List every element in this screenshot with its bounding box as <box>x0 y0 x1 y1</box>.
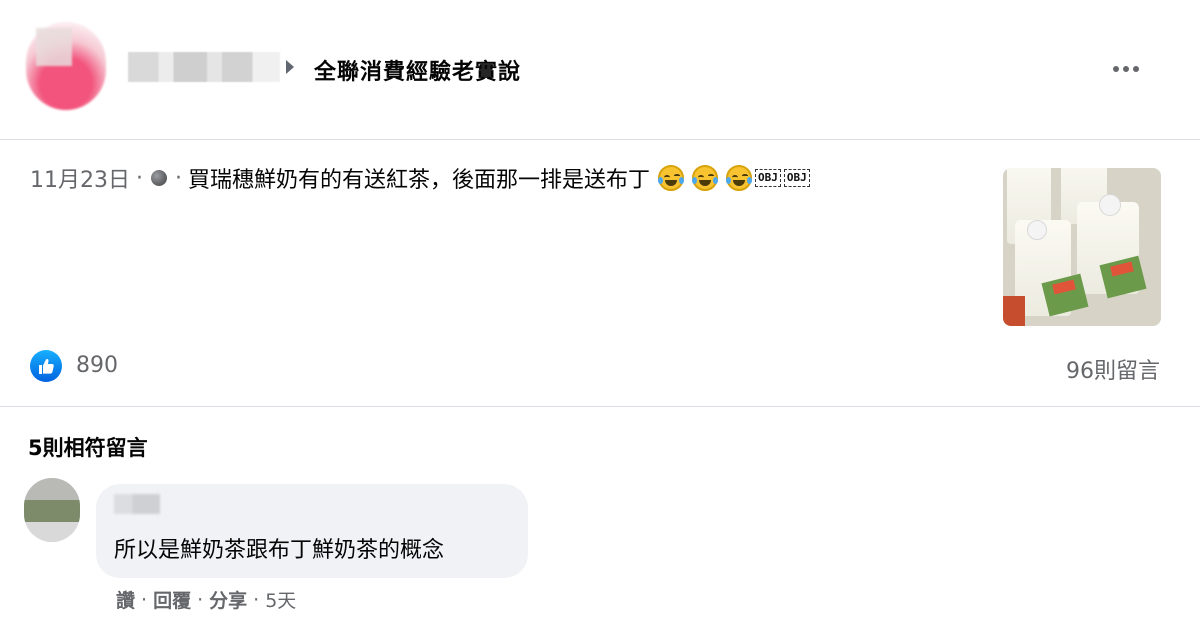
thumb-cap <box>1027 220 1047 240</box>
laugh-cry-emoji-icon <box>658 165 685 191</box>
more-dot <box>1123 66 1129 72</box>
comment-share-button[interactable]: 分享 <box>209 586 247 613</box>
post-meta-line: 11月23日 · · 買瑞穗鮮奶有的有送紅茶，後面那一排是送布丁 OBJ OBJ <box>30 162 810 194</box>
matching-comments-title: 5則相符留言 <box>28 436 148 460</box>
post-text: 買瑞穗鮮奶有的有送紅茶，後面那一排是送布丁 <box>188 168 651 193</box>
obj-placeholder: OBJ <box>755 169 781 187</box>
reactions-divider <box>0 406 1200 407</box>
laugh-cry-emoji-icon <box>692 165 719 191</box>
post-card: 全聯消費經驗老實說 11月23日 · · 買瑞穗鮮奶有的有送紅茶，後面那一排是送… <box>0 0 1200 636</box>
avatar-blur-block <box>24 478 80 500</box>
more-options-icon[interactable] <box>1106 56 1146 82</box>
thumbs-up-icon <box>39 358 54 374</box>
author-name-blurred[interactable] <box>128 52 280 82</box>
comment-actions: 讚 · 回覆 · 分享 · 5天 <box>116 586 296 613</box>
thumb-cap <box>1099 194 1121 216</box>
header-divider <box>0 139 1200 140</box>
comment-bubble: 所以是鮮奶茶跟布丁鮮奶茶的概念 <box>96 484 528 578</box>
more-dot <box>1113 66 1119 72</box>
separator: · <box>141 588 148 611</box>
avatar-blur-block <box>24 500 80 522</box>
separator: · <box>136 165 143 191</box>
post-thumbnail-image[interactable] <box>1003 168 1161 326</box>
globe-icon <box>151 170 167 186</box>
obj-placeholder: OBJ <box>783 169 810 187</box>
more-dot <box>1133 66 1139 72</box>
separator: · <box>253 588 260 611</box>
post-date[interactable]: 11月23日 <box>30 162 130 194</box>
laugh-cry-emoji-icon <box>726 165 753 191</box>
comment-text: 所以是鮮奶茶跟布丁鮮奶茶的概念 <box>114 538 445 563</box>
like-icon[interactable] <box>30 350 62 382</box>
like-count[interactable]: 890 <box>76 353 118 378</box>
caret-right-icon <box>286 60 294 74</box>
comment-timestamp[interactable]: 5天 <box>265 586 296 613</box>
separator: · <box>175 165 182 191</box>
avatar-blur-block <box>36 28 72 66</box>
comment-like-button[interactable]: 讚 <box>116 586 135 613</box>
author-avatar[interactable] <box>26 22 106 110</box>
thumb-label-red <box>1003 296 1025 326</box>
comment-count-link[interactable]: 96則留言 <box>1066 353 1160 385</box>
commenter-avatar[interactable] <box>24 478 80 542</box>
commenter-name-blurred[interactable] <box>114 494 160 514</box>
separator: · <box>197 588 204 611</box>
group-name[interactable]: 全聯消費經驗老實說 <box>314 54 521 86</box>
avatar-blur-block <box>24 522 80 542</box>
comment-reply-button[interactable]: 回覆 <box>153 586 191 613</box>
post-header: 全聯消費經驗老實說 <box>0 0 1200 140</box>
